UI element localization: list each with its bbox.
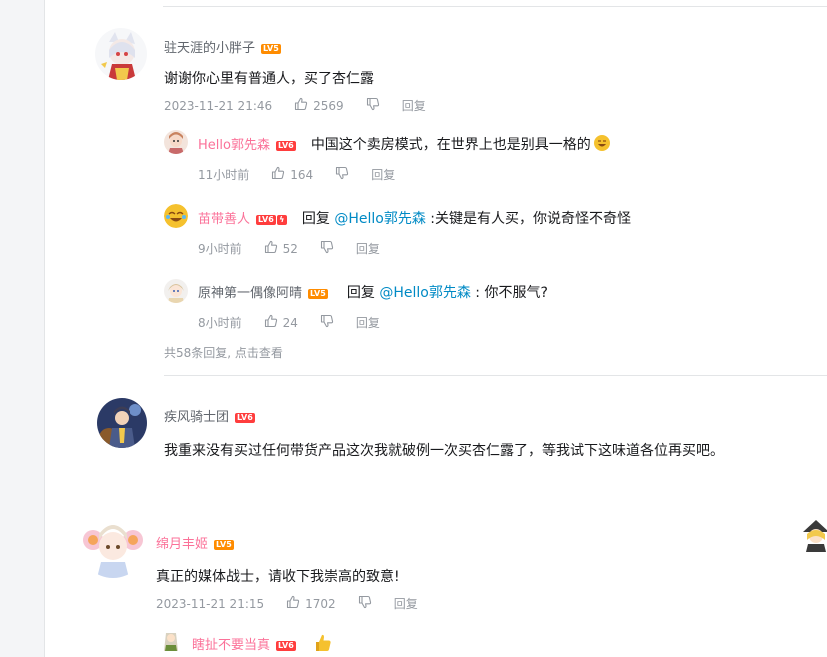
thumbs-up-icon xyxy=(271,166,290,183)
grinning-emoji xyxy=(593,134,611,156)
reply-word: 回复 xyxy=(346,285,375,301)
thumbs-down-icon xyxy=(335,166,349,183)
mention-link[interactable]: @Hello郭先森 xyxy=(334,211,426,227)
reply-meta: 8小时前 24 回复 xyxy=(198,314,380,331)
avatar[interactable] xyxy=(79,510,147,578)
reply-word: 回复 xyxy=(301,211,330,227)
like-count: 52 xyxy=(282,241,298,256)
reply-author[interactable]: Hello郭先森 xyxy=(198,138,270,153)
comment-author[interactable]: 驻天涯的小胖子 LV5 xyxy=(164,37,281,56)
reply-row: 瞎扯不要当真 LV6 xyxy=(192,633,333,657)
reply-row: 原神第一偶像阿晴 LV5 回复 @Hello郭先森 : 你不服气? xyxy=(198,282,548,302)
level-badge: LV5 xyxy=(308,289,328,299)
avatar[interactable] xyxy=(164,204,188,228)
mention-link[interactable]: @Hello郭先森 xyxy=(379,285,471,301)
dislike-button[interactable] xyxy=(366,97,380,114)
comment-author[interactable]: 疾风骑士团 LV6 xyxy=(164,406,255,425)
thumbs-down-icon xyxy=(320,240,334,257)
level-badge: LV6 xyxy=(276,641,296,651)
thumbs-down-icon xyxy=(320,314,334,331)
avatar[interactable] xyxy=(97,398,147,448)
reply-time: 11小时前 xyxy=(198,168,250,182)
reply-row: Hello郭先森 LV6 中国这个卖房模式，在世界上也是别具一格的 xyxy=(198,134,611,156)
like-button[interactable]: 164 xyxy=(271,166,313,183)
reply-button[interactable]: 回复 xyxy=(394,595,418,612)
avatar[interactable] xyxy=(95,28,147,80)
like-count: 2569 xyxy=(313,98,344,113)
thumbs-up-icon xyxy=(264,314,283,331)
like-count: 1702 xyxy=(305,596,336,611)
like-button[interactable]: 52 xyxy=(264,240,298,257)
reply-time: 8小时前 xyxy=(198,316,242,330)
avatar[interactable] xyxy=(160,629,182,653)
comment-text: 真正的媒体战士，请收下我崇高的致意! xyxy=(156,569,400,585)
level-badge: LV6 xyxy=(275,141,296,151)
reply-button[interactable]: 回复 xyxy=(356,240,380,257)
comment-text: 谢谢你心里有普通人，买了杏仁露 xyxy=(164,71,374,87)
comment-time: 2023-11-21 21:46 xyxy=(164,98,273,113)
reply-row: 苗带善人 LV6 ϟ 回复 @Hello郭先森 :关键是有人买，你说奇怪不奇怪 xyxy=(198,208,631,228)
avatar[interactable] xyxy=(164,130,188,154)
level-badge: LV5 xyxy=(214,540,234,550)
comment-author[interactable]: 绵月丰姬 LV5 xyxy=(156,533,234,552)
reply-button[interactable]: 回复 xyxy=(402,97,426,114)
lightning-icon: ϟ xyxy=(276,215,287,225)
comment-text: 我重来没有买过任何带货产品这次我就破例一次买杏仁露了，等我试下这味道各位再买吧。 xyxy=(164,443,724,459)
like-button[interactable]: 24 xyxy=(264,314,298,331)
comment-time: 2023-11-21 21:15 xyxy=(156,596,265,611)
reply-text: 中国这个卖房模式，在世界上也是别具一格的 xyxy=(310,137,591,153)
comment-panel: 驻天涯的小胖子 LV5 谢谢你心里有普通人，买了杏仁露 2023-11-21 21… xyxy=(44,0,827,657)
reply-meta: 9小时前 52 回复 xyxy=(198,240,380,257)
reply-text: :关键是有人买，你说奇怪不奇怪 xyxy=(430,211,631,227)
level-badge: LV6 xyxy=(256,215,276,225)
like-count: 164 xyxy=(290,167,314,182)
reply-button[interactable]: 回复 xyxy=(356,314,380,331)
reply-meta: 11小时前 164 回复 xyxy=(198,166,395,183)
reply-author[interactable]: 瞎扯不要当真 xyxy=(192,638,270,653)
like-count: 24 xyxy=(282,315,298,330)
avatar[interactable] xyxy=(164,279,188,303)
thumbs-up-icon xyxy=(294,97,313,114)
comment-meta: 2023-11-21 21:46 2569 回复 xyxy=(164,97,426,114)
dislike-button[interactable] xyxy=(320,314,334,331)
avatar[interactable] xyxy=(799,518,827,552)
thumbs-up-emoji xyxy=(313,633,333,657)
like-button[interactable]: 1702 xyxy=(286,595,336,612)
thumbs-down-icon xyxy=(366,97,380,114)
dislike-button[interactable] xyxy=(358,595,372,612)
reply-button[interactable]: 回复 xyxy=(371,166,395,183)
comment-meta: 2023-11-21 21:15 1702 回复 xyxy=(156,595,418,612)
reply-time: 9小时前 xyxy=(198,242,242,256)
dislike-button[interactable] xyxy=(335,166,349,183)
reply-text: : 你不服气? xyxy=(475,285,548,301)
view-more-replies[interactable]: 共58条回复, 点击查看 xyxy=(164,344,283,361)
thumbs-up-icon xyxy=(286,595,305,612)
level-badge: LV5 xyxy=(261,44,281,54)
reply-author[interactable]: 原神第一偶像阿晴 xyxy=(198,286,302,301)
level-badge: LV6 xyxy=(235,413,255,423)
reply-author[interactable]: 苗带善人 xyxy=(198,212,250,227)
like-button[interactable]: 2569 xyxy=(294,97,344,114)
thumbs-down-icon xyxy=(358,595,372,612)
thumbs-up-icon xyxy=(264,240,283,257)
divider xyxy=(164,375,827,376)
dislike-button[interactable] xyxy=(320,240,334,257)
divider xyxy=(163,6,827,7)
